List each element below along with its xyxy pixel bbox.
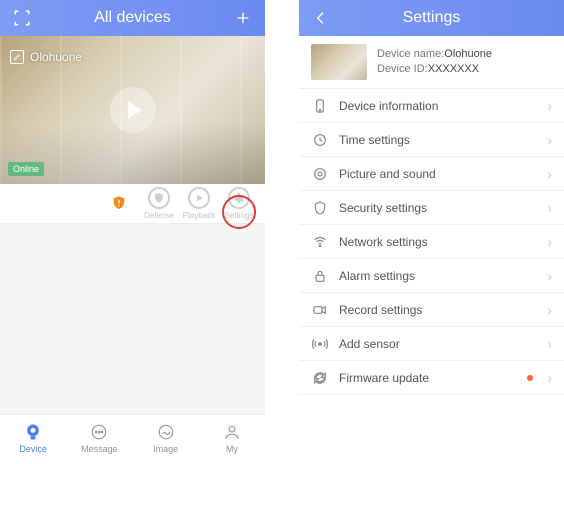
scan-icon[interactable]: [10, 6, 34, 30]
chevron-right-icon: ›: [547, 336, 552, 352]
tab-label: Device: [19, 444, 47, 454]
action-label: Settings: [225, 211, 254, 220]
tab-label: My: [226, 444, 238, 454]
play-button[interactable]: [110, 87, 156, 133]
row-record-settings[interactable]: Record settings ›: [299, 293, 564, 327]
picture-icon: [311, 165, 329, 183]
online-badge: Online: [8, 162, 44, 176]
tab-label: Image: [153, 444, 178, 454]
settings-list: Device information › Time settings › Pic…: [299, 89, 564, 395]
camera-preview[interactable]: Olohuone Online: [0, 36, 265, 184]
row-device-information[interactable]: Device information ›: [299, 89, 564, 123]
row-label: Device information: [339, 99, 537, 113]
chevron-right-icon: ›: [547, 166, 552, 182]
gear-icon: [228, 187, 250, 209]
action-label: Defense: [144, 211, 174, 220]
message-icon: [89, 422, 109, 442]
device-id-value: XXXXXXX: [428, 63, 479, 75]
row-label: Time settings: [339, 133, 537, 147]
wifi-icon: [311, 233, 329, 251]
chevron-right-icon: ›: [547, 302, 552, 318]
row-security-settings[interactable]: Security settings ›: [299, 191, 564, 225]
lock-icon: [311, 267, 329, 285]
chevron-right-icon: ›: [547, 98, 552, 114]
user-icon: [222, 422, 242, 442]
update-dot: [527, 375, 533, 381]
row-label: Picture and sound: [339, 167, 537, 181]
phone-icon: [311, 97, 329, 115]
tab-device[interactable]: Device: [0, 415, 66, 460]
row-firmware-update[interactable]: Firmware update ›: [299, 361, 564, 395]
topbar: Settings: [299, 0, 564, 36]
video-icon: [311, 301, 329, 319]
device-name-label: Device name:: [377, 48, 444, 60]
clock-icon: [311, 131, 329, 149]
tab-message[interactable]: Message: [66, 415, 132, 460]
shield-icon: [311, 199, 329, 217]
chevron-right-icon: ›: [547, 132, 552, 148]
add-device-button[interactable]: [231, 6, 255, 30]
edit-icon: [10, 50, 24, 64]
tabbar: Device Message Image My: [0, 414, 265, 460]
back-button[interactable]: [309, 6, 333, 30]
tab-my[interactable]: My: [199, 415, 265, 460]
settings-button[interactable]: Settings: [219, 187, 259, 220]
image-icon: [156, 422, 176, 442]
phone-settings: Settings Device name:Olohuone Device ID:…: [299, 0, 564, 460]
tab-image[interactable]: Image: [133, 415, 199, 460]
chevron-right-icon: ›: [547, 370, 552, 386]
device-thumbnail: [311, 44, 367, 80]
defense-button[interactable]: Defense: [139, 187, 179, 220]
chevron-right-icon: ›: [547, 268, 552, 284]
device-id-label: Device ID:: [377, 63, 428, 75]
row-network-settings[interactable]: Network settings ›: [299, 225, 564, 259]
row-label: Network settings: [339, 235, 537, 249]
row-label: Add sensor: [339, 337, 537, 351]
phone-all-devices: All devices Olohuone Online De: [0, 0, 265, 460]
chevron-right-icon: ›: [547, 200, 552, 216]
sensor-icon: [311, 335, 329, 353]
camera-name: Olohuone: [30, 50, 82, 64]
device-meta: Device name:Olohuone Device ID:XXXXXXX: [377, 47, 492, 78]
device-name-value: Olohuone: [444, 48, 492, 60]
action-label: Playback: [183, 211, 215, 220]
camera-icon: [23, 422, 43, 442]
row-time-settings[interactable]: Time settings ›: [299, 123, 564, 157]
row-label: Security settings: [339, 201, 537, 215]
playback-button[interactable]: Playback: [179, 187, 219, 220]
alert-button[interactable]: [99, 192, 139, 216]
topbar-title: Settings: [333, 9, 530, 27]
device-card[interactable]: Device name:Olohuone Device ID:XXXXXXX: [299, 36, 564, 89]
tab-label: Message: [81, 444, 118, 454]
topbar: All devices: [0, 0, 265, 36]
row-label: Alarm settings: [339, 269, 537, 283]
row-label: Record settings: [339, 303, 537, 317]
topbar-title: All devices: [34, 9, 231, 27]
row-add-sensor[interactable]: Add sensor ›: [299, 327, 564, 361]
shield-alert-icon: [108, 192, 130, 214]
camera-name-row[interactable]: Olohuone: [10, 50, 82, 64]
play-icon: [128, 101, 142, 119]
refresh-icon: [311, 369, 329, 387]
row-label: Firmware update: [339, 371, 517, 385]
chevron-right-icon: ›: [547, 234, 552, 250]
playback-icon: [188, 187, 210, 209]
camera-actions: Defense Playback Settings: [0, 184, 265, 224]
row-picture-sound[interactable]: Picture and sound ›: [299, 157, 564, 191]
row-alarm-settings[interactable]: Alarm settings ›: [299, 259, 564, 293]
empty-area: [0, 224, 265, 414]
shield-icon: [148, 187, 170, 209]
